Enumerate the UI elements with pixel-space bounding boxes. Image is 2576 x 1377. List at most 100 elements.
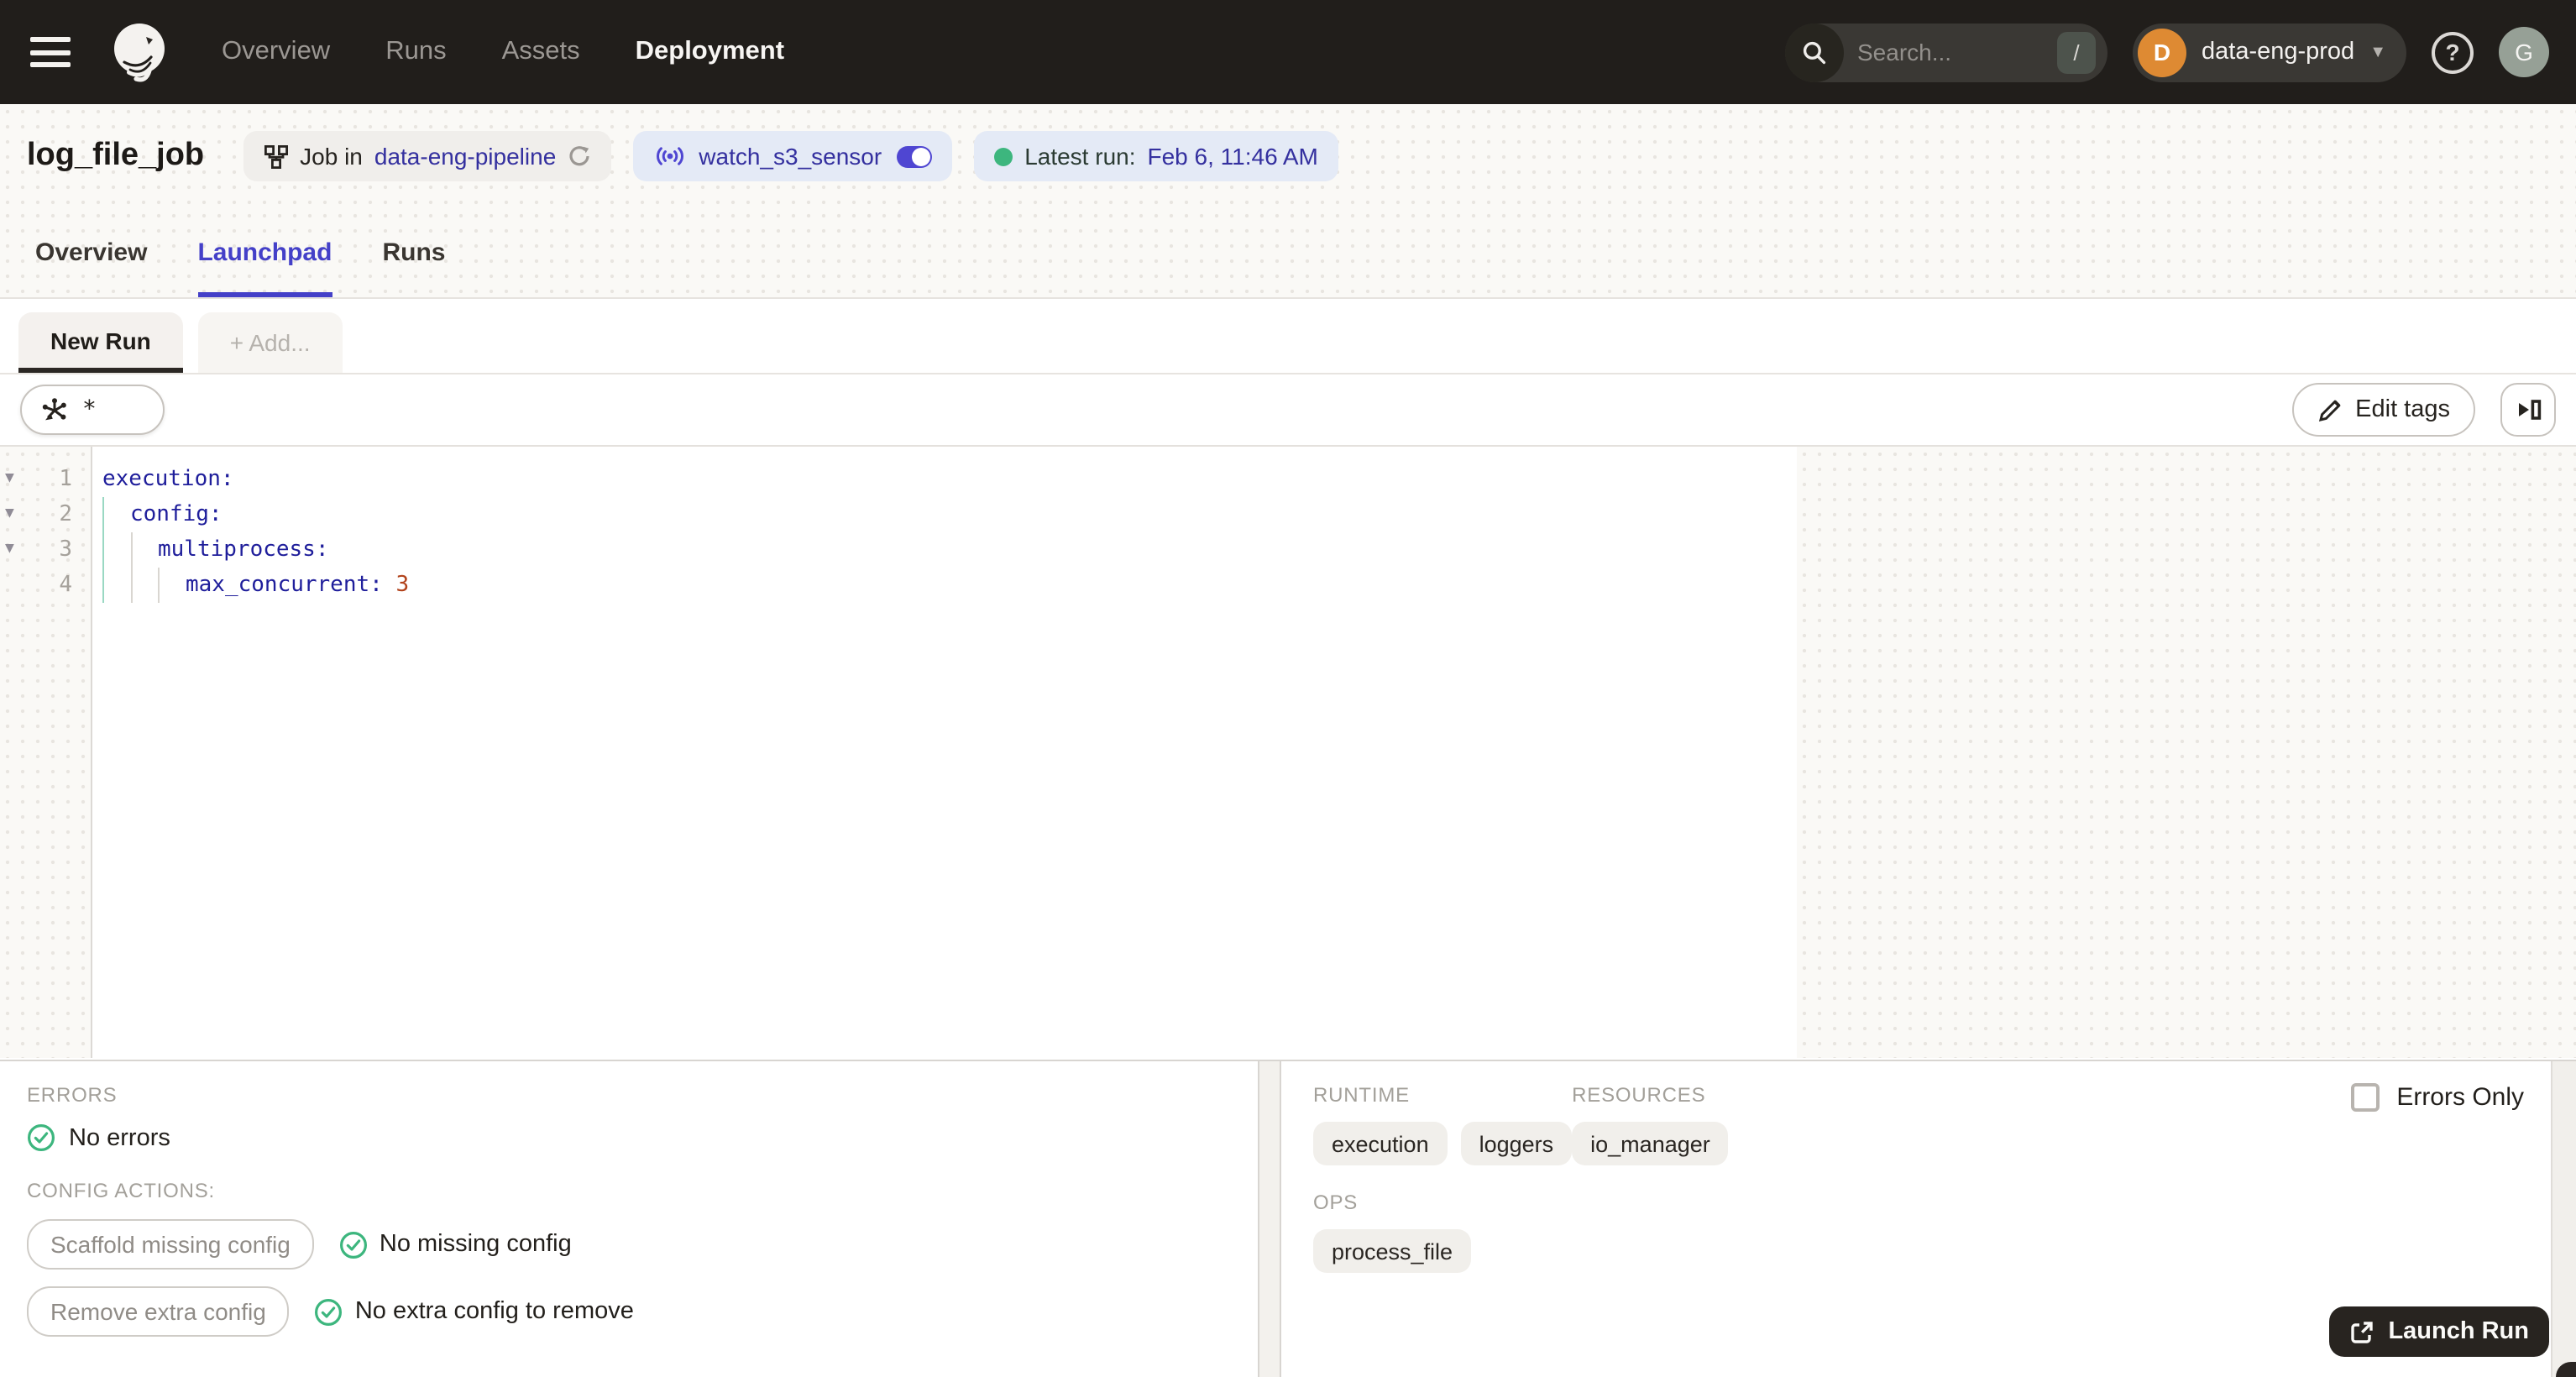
check-circle-icon xyxy=(339,1230,368,1259)
nav-link-deployment[interactable]: Deployment xyxy=(636,37,784,67)
ops-heading: OPS xyxy=(1313,1191,1359,1214)
runtime-column: RUNTIME execution loggers xyxy=(1313,1083,1573,1165)
gutter-line-4: 4 xyxy=(59,573,72,598)
tab-overview[interactable]: Overview xyxy=(35,208,147,297)
errors-section: ERRORS No errors CONFIG ACTIONS: Scaffol… xyxy=(0,1061,1258,1377)
code-line: config: xyxy=(102,497,1797,532)
fold-icon[interactable]: ▼ xyxy=(5,497,14,532)
check-circle-icon xyxy=(315,1297,343,1326)
editor-gutter: ▼ 1 ▼ 2 ▼ 3 4 xyxy=(0,447,92,1058)
bottom-panel: ERRORS No errors CONFIG ACTIONS: Scaffol… xyxy=(0,1060,2576,1377)
runtime-tag[interactable]: loggers xyxy=(1460,1122,1573,1165)
scaffold-action-row: Scaffold missing config No missing confi… xyxy=(27,1219,1231,1270)
sensor-link[interactable]: watch_s3_sensor xyxy=(699,143,882,170)
sensor-toggle[interactable] xyxy=(897,145,933,167)
code-area[interactable]: execution: config: multiprocess: max_con… xyxy=(92,447,1797,1058)
nav-link-overview[interactable]: Overview xyxy=(222,37,330,67)
scaffold-missing-config-button[interactable]: Scaffold missing config xyxy=(27,1219,314,1270)
tab-launchpad[interactable]: Launchpad xyxy=(197,208,332,297)
launchpad-content: New Run + Add... * Edit tags ▼ 1 ▼ 2 ▼ 3… xyxy=(0,301,2576,1060)
launch-icon xyxy=(2349,1319,2374,1344)
remove-extra-config-button[interactable]: Remove extra config xyxy=(27,1286,290,1337)
edit-tags-label: Edit tags xyxy=(2355,396,2450,423)
reload-icon[interactable] xyxy=(568,144,591,168)
workspace-switcher[interactable]: D data-eng-prod ▼ xyxy=(2133,23,2406,81)
runtime-heading: RUNTIME xyxy=(1313,1083,1410,1107)
config-tab-strip: New Run + Add... xyxy=(0,301,2576,374)
toolbar-right-group: Edit tags xyxy=(2291,383,2556,437)
user-avatar[interactable]: G xyxy=(2499,27,2549,77)
resources-column: RESOURCES io_manager xyxy=(1572,1083,1729,1165)
job-icon xyxy=(263,144,288,169)
tab-runs[interactable]: Runs xyxy=(382,208,445,297)
scrollbar-gutter[interactable] xyxy=(2551,1061,2576,1377)
nav-links: Overview Runs Assets Deployment xyxy=(222,37,784,67)
chevron-down-icon: ▼ xyxy=(2369,44,2386,62)
search-box[interactable]: / xyxy=(1785,23,2107,81)
editor-right-pane xyxy=(1797,447,2576,1058)
errors-only-checkbox[interactable] xyxy=(2351,1083,2380,1112)
dagster-logo-icon[interactable] xyxy=(101,13,178,91)
errors-heading: ERRORS xyxy=(27,1083,118,1107)
latest-run-label: Latest run: xyxy=(1024,143,1136,170)
page-title: log_file_job xyxy=(27,138,205,173)
op-selection-value: * xyxy=(82,396,97,423)
sensor-icon xyxy=(653,144,687,168)
remove-action-row: Remove extra config No extra config to r… xyxy=(27,1286,1231,1337)
run-status-dot xyxy=(994,147,1013,165)
hamburger-menu-icon[interactable] xyxy=(30,37,71,67)
edit-tags-button[interactable]: Edit tags xyxy=(2291,383,2475,437)
job-location-badge: Job in data-eng-pipeline xyxy=(243,131,612,181)
page-tabs: Overview Launchpad Runs xyxy=(0,208,2576,299)
code-line: multiprocess: xyxy=(102,532,1797,568)
nav-right-group: / D data-eng-prod ▼ ? G xyxy=(1785,23,2549,81)
workspace-avatar: D xyxy=(2138,28,2186,76)
run-preview-section: RUNTIME execution loggers RESOURCES io_m… xyxy=(1281,1061,2576,1377)
nav-link-assets[interactable]: Assets xyxy=(502,37,580,67)
scaffold-status: No missing config xyxy=(339,1230,572,1259)
panel-right-icon xyxy=(2515,396,2542,423)
ops-block: OPS process_file xyxy=(1313,1191,2576,1273)
pencil-icon xyxy=(2317,397,2342,422)
latest-run-link[interactable]: Feb 6, 11:46 AM xyxy=(1148,143,1318,170)
op-tag[interactable]: process_file xyxy=(1313,1229,1472,1273)
search-icon xyxy=(1785,23,1844,81)
fold-icon[interactable]: ▼ xyxy=(5,532,14,568)
config-tab-new-run[interactable]: New Run xyxy=(18,312,183,373)
gutter-line-2: ▼ 2 xyxy=(0,497,91,532)
sensor-badge: watch_s3_sensor xyxy=(633,131,953,181)
errors-only-label: Errors Only xyxy=(2396,1083,2524,1112)
fold-icon[interactable]: ▼ xyxy=(5,462,14,497)
gutter-line-3: ▼ 3 xyxy=(0,532,91,568)
panel-splitter[interactable] xyxy=(1258,1061,1281,1377)
op-selection-icon xyxy=(40,395,69,424)
remove-status: No extra config to remove xyxy=(315,1297,634,1326)
latest-run-badge: Latest run: Feb 6, 11:46 AM xyxy=(974,131,1338,181)
config-tab-add[interactable]: + Add... xyxy=(197,312,343,373)
op-selection-input[interactable]: * xyxy=(20,385,165,435)
pipeline-link[interactable]: data-eng-pipeline xyxy=(374,143,556,170)
no-errors-text: No errors xyxy=(69,1124,170,1151)
nav-link-runs[interactable]: Runs xyxy=(385,37,446,67)
search-input[interactable] xyxy=(1844,39,2057,65)
runtime-tag[interactable]: execution xyxy=(1313,1122,1448,1165)
resources-heading: RESOURCES xyxy=(1572,1083,1706,1107)
resource-tag[interactable]: io_manager xyxy=(1572,1122,1729,1165)
config-actions-heading: CONFIG ACTIONS: xyxy=(27,1179,216,1202)
launchpad-toolbar: * Edit tags xyxy=(0,374,2576,447)
check-circle-icon xyxy=(27,1123,55,1152)
config-editor: ▼ 1 ▼ 2 ▼ 3 4 execution: config: multiproce… xyxy=(0,447,2576,1058)
gutter-line-1: ▼ 1 xyxy=(0,462,91,497)
top-nav: Overview Runs Assets Deployment / D data… xyxy=(0,0,2576,104)
errors-only-control: Errors Only xyxy=(2351,1083,2524,1112)
job-badge-prefix: Job in xyxy=(300,143,363,170)
expand-panel-button[interactable] xyxy=(2500,383,2556,437)
no-errors-row: No errors xyxy=(27,1123,1231,1152)
page-header: log_file_job Job in data-eng-pipeline wa… xyxy=(0,104,2576,208)
launch-run-button[interactable]: Launch Run xyxy=(2329,1306,2549,1357)
code-line: max_concurrent: 3 xyxy=(102,568,1797,603)
code-line: execution: xyxy=(102,467,234,492)
help-icon[interactable]: ? xyxy=(2432,31,2474,73)
workspace-name: data-eng-prod xyxy=(2202,39,2355,65)
launch-run-label: Launch Run xyxy=(2388,1318,2529,1345)
